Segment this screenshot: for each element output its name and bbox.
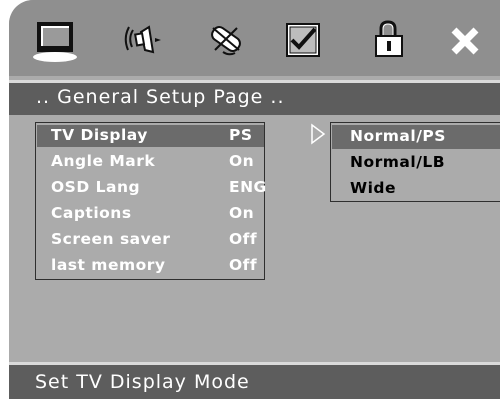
menu-item-tv-display[interactable]: TV Display PS [37,125,264,147]
menu-item-value: PS [229,126,253,144]
hint-bar: Set TV Display Mode [9,362,500,399]
option-normal-ps[interactable]: Normal/PS [332,125,500,149]
menu-item-screen-saver[interactable]: Screen saver Off [37,229,264,251]
menu-item-value: On [229,204,255,222]
checkbox-icon[interactable] [279,18,329,64]
page-header: .. General Setup Page .. [9,80,500,115]
menu-item-value: On [229,152,255,170]
option-label: Normal/LB [350,153,446,171]
icon-toolbar [9,0,500,76]
osd-panel: .. General Setup Page .. TV Display PS A… [9,0,500,399]
option-wide[interactable]: Wide [332,177,500,201]
menu-item-angle-mark[interactable]: Angle Mark On [37,151,264,173]
menu-item-value: Off [229,230,258,248]
option-label: Wide [350,179,397,197]
menu-item-osd-lang[interactable]: OSD Lang ENG [37,177,267,199]
option-normal-lb[interactable]: Normal/LB [332,151,500,175]
menu-item-last-memory[interactable]: last memory Off [37,255,264,277]
page-title: .. General Setup Page .. [36,86,285,108]
speaker-icon[interactable] [119,18,169,64]
menu-item-label: Captions [51,204,132,222]
menu-item-label: Screen saver [51,230,171,248]
submenu-arrow-icon [310,123,326,149]
menu-item-label: TV Display [51,126,148,144]
settings-menu: TV Display PS Angle Mark On OSD Lang ENG… [35,122,267,280]
close-icon[interactable] [441,18,491,64]
hint-text: Set TV Display Mode [35,371,250,393]
tv-display-submenu: Normal/PS Normal/LB Wide [330,122,500,202]
menu-item-value: ENG [229,178,267,196]
option-label: Normal/PS [350,127,446,145]
menu-item-label: Angle Mark [51,152,156,170]
tv-icon[interactable] [31,18,81,64]
satellite-icon[interactable] [201,18,251,64]
menu-item-label: last memory [51,256,166,274]
menu-item-label: OSD Lang [51,178,141,196]
menu-item-captions[interactable]: Captions On [37,203,264,225]
menu-item-value: Off [229,256,258,274]
lock-icon[interactable] [364,18,414,64]
